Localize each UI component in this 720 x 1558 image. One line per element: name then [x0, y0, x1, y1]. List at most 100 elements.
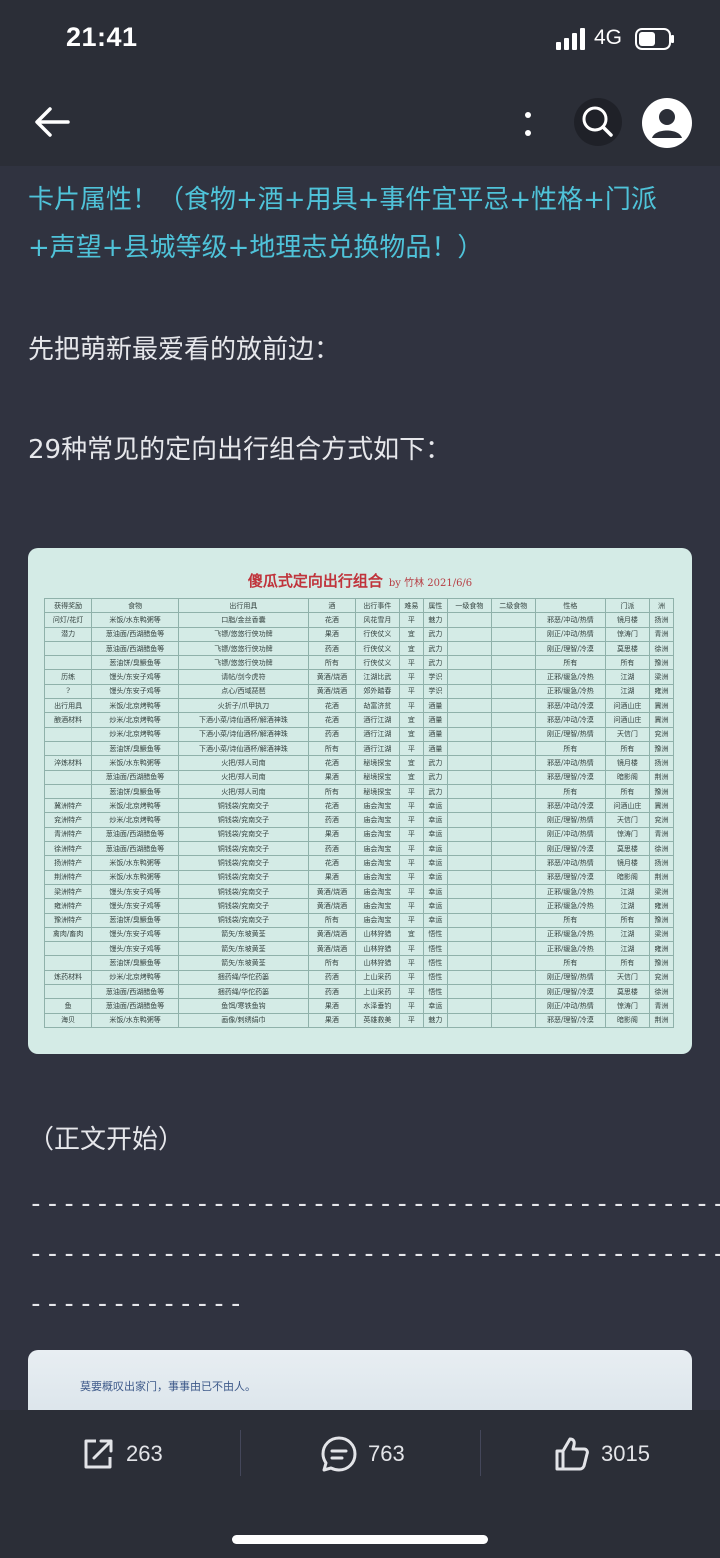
table-cell: 悟性 — [422, 955, 448, 971]
table-row: 扬洲特产 米饭/水东鸭粥等 铜钱袋/兖南交子 花酒 庙会淘宝平幸运 邪恶/冲动/热情 镜月楼… — [43, 855, 675, 871]
table-row: 兖洲特产 炒米/北京烤鸭等 铜钱袋/兖南交子 药酒 庙会淘宝平幸运 刚正/理智/热情 天信门… — [43, 812, 675, 828]
table-cell: 铜钱袋/兖南交子 — [178, 812, 309, 828]
more-vertical-icon[interactable] — [518, 106, 538, 142]
table-cell — [446, 984, 492, 1000]
table-cell: 山林狩猎 — [355, 941, 400, 957]
table-cell: 平 — [398, 912, 424, 928]
home-indicator[interactable] — [232, 1535, 488, 1544]
table-cell: 果酒 — [307, 869, 357, 885]
combo-table-image[interactable]: 傻瓜式定向出行组合 by 竹林 2021/6/6 获得奖励 食物 出行用具酒出行事件难… — [28, 548, 692, 1054]
table-cell: 葱油面/西湖醋鱼等 — [91, 998, 180, 1014]
table-cell: 所有 — [534, 740, 607, 757]
table-cell: 平 — [398, 855, 424, 871]
table-cell: 惊涛门 — [605, 826, 650, 843]
table-cell: 青洲 — [648, 626, 675, 642]
table-cell: 出行用具 — [43, 698, 93, 714]
like-button[interactable]: 3015 — [553, 1428, 650, 1480]
table-cell — [43, 655, 93, 671]
table-cell — [490, 626, 536, 642]
table-cell — [446, 812, 492, 828]
table-cell: 捆药绳/华佗药篓 — [178, 969, 309, 986]
table-cell: 下酒小菜/诗仙酒杯/解酒神珠 — [178, 740, 309, 757]
table-cell: 兖洲 — [648, 726, 675, 742]
table-cell: 米饭/水东鸭粥等 — [91, 1012, 180, 1028]
table-cell: 宜 — [398, 712, 424, 728]
table-cell: 葱油饼/臭鳜鱼等 — [91, 783, 180, 800]
table-cell: 花酒 — [307, 612, 357, 628]
table-cell: 下酒小菜/诗仙酒杯/解酒神珠 — [178, 726, 309, 742]
back-arrow-icon[interactable] — [30, 102, 74, 142]
table-cell: 米饭/北京烤鸭等 — [91, 798, 180, 814]
table-cell: 莫思楼 — [605, 841, 650, 857]
table-cell — [446, 998, 492, 1014]
like-count: 3015 — [601, 1441, 650, 1466]
table-cell: 天信门 — [605, 812, 650, 828]
table-row: 淬炼材料 米饭/水东鸭粥等 火把/郑人司南 花酒 秘境探宝宜武力 邪恶/冲动/热情 镜月楼扬… — [43, 755, 675, 771]
table-cell — [490, 683, 536, 700]
table-cell: 点心/西域琵琶 — [178, 683, 309, 700]
table-cell: 口脂/金丝香囊 — [178, 612, 309, 628]
table-cell: 平 — [398, 812, 424, 828]
table-row: 炒米/北京烤鸭等 下酒小菜/诗仙酒杯/解酒神珠 药酒 酒行江湖宜酒量 刚正/理智/热情天… — [43, 726, 675, 742]
table-cell: 酒量 — [422, 712, 448, 728]
table-cell: 山林狩猎 — [355, 926, 400, 943]
share-button[interactable]: 263 — [80, 1428, 163, 1480]
table-cell: 秘境探宝 — [355, 755, 400, 771]
table-cell: 兖洲特产 — [43, 812, 93, 828]
table-cell — [446, 755, 492, 771]
table-header-cell: 洲 — [648, 597, 675, 614]
table-row: 鱼葱油面/西湖醋鱼等 鱼饵/寒铁鱼钩 果酒 水泽垂钓平幸运 刚正/冲动/热情 惊涛门 青洲 — [43, 998, 675, 1014]
search-button[interactable] — [574, 98, 622, 146]
table-cell: 馒头/东安子鸡等 — [91, 669, 180, 685]
user-avatar-icon[interactable] — [642, 98, 692, 148]
table-row: 葱油面/西湖醋鱼等 捆药绳/华佗药篓 药酒 上山采药平悟性 刚正/理智/冷漠 莫思楼 徐洲 — [43, 984, 675, 1000]
table-cell: 平 — [398, 984, 424, 1000]
table-cell: 幸运 — [422, 826, 448, 843]
table-cell: 火把/郑人司南 — [178, 769, 309, 785]
share-count: 263 — [126, 1441, 163, 1466]
table-cell: 箭矢/东坡黄荃 — [178, 955, 309, 971]
table-cell: 豫洲 — [648, 740, 675, 757]
table-cell — [446, 855, 492, 871]
table-cell: 行侠仗义 — [355, 626, 400, 642]
table-cell — [490, 955, 536, 971]
table-cell: 馒头/东安子鸡等 — [91, 883, 180, 900]
table-row: 出行用具 米饭/北京烤鸭等 火折子/爪甲执刀 花酒 劫富济贫平酒量 邪恶/冲动/冷漠 问酒山… — [43, 698, 675, 714]
table-row: 禽肉/畜肉 馒头/东安子鸡等 箭矢/东坡黄荃 黄酒/烧酒 山林狩猎宜悟性 正邪/缓急/冷热… — [43, 926, 675, 943]
table-cell: 平 — [398, 698, 424, 714]
table-cell: 宜 — [398, 769, 424, 785]
table-cell: 上山采药 — [355, 969, 400, 986]
table-cell: 飞镖/悠悠行侠功牌 — [178, 655, 309, 671]
table-cell: 豫洲 — [648, 955, 675, 971]
table-cell: 江湖比武 — [355, 669, 400, 685]
table-cell: 果酒 — [307, 626, 357, 642]
table-cell — [446, 640, 492, 657]
table-cell: 幸运 — [422, 898, 448, 914]
table-cell: 火把/郑人司南 — [178, 783, 309, 800]
table-cell: 豫洲 — [648, 655, 675, 671]
table-cell — [43, 984, 93, 1000]
table-cell: 药酒 — [307, 812, 357, 828]
table-cell — [43, 740, 93, 757]
table-cell: 邪恶/冲动/热情 — [534, 855, 607, 871]
table-body: 问灯/花灯 米饭/水东鸭粥等 口脂/金丝香囊 花酒 风花雪月平魅力 邪恶/冲动/热情 镜月楼… — [43, 612, 675, 1028]
table-row: 梁洲特产 馒头/东安子鸡等 铜钱袋/兖南交子 黄酒/烧酒 庙会淘宝平幸运 正邪/缓急/冷热… — [43, 883, 675, 900]
table-cell: 米饭/水东鸭粥等 — [91, 869, 180, 885]
table-cell: 铜钱袋/兖南交子 — [178, 898, 309, 914]
table-cell: 扬洲 — [648, 755, 675, 771]
table-header-cell: 二级食物 — [490, 597, 536, 614]
table-header-cell: 获得奖励 — [43, 597, 93, 614]
intro-paragraph: 先把萌新最爱看的放前边： — [28, 335, 341, 365]
table-cell — [43, 726, 93, 742]
table-cell — [43, 769, 93, 785]
table-cell: 邪恶/冲动/冷漠 — [534, 698, 607, 714]
comment-button[interactable]: 763 — [320, 1428, 405, 1480]
table-cell: 平 — [398, 826, 424, 843]
table-cell — [490, 726, 536, 742]
table-cell — [490, 969, 536, 986]
table-cell: 庙会淘宝 — [355, 912, 400, 928]
table-cell: 邪恶/理智/冷漠 — [534, 869, 607, 885]
next-article-image[interactable]: 莫要概叹出家门，事事由已不由人。 — [28, 1350, 692, 1410]
table-cell — [43, 640, 93, 657]
table-cell: 黄酒/烧酒 — [307, 941, 357, 957]
